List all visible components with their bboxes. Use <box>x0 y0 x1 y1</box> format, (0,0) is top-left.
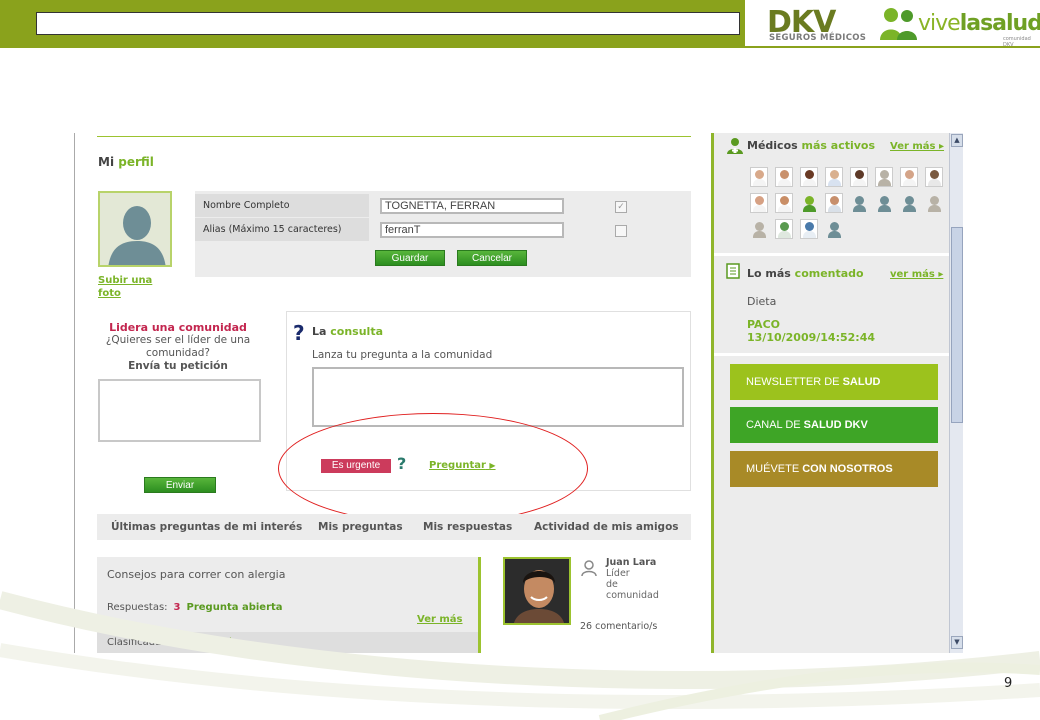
doctor-avatar[interactable] <box>825 193 843 213</box>
alias-label: Alias (Máximo 15 caracteres) <box>195 218 369 241</box>
alias-row: Alias (Máximo 15 caracteres) ferranT <box>195 218 691 243</box>
avatar[interactable] <box>98 191 172 267</box>
slide-title-box <box>36 12 740 35</box>
vivelasalud-logo: vivelasalud <box>918 11 1040 36</box>
send-button[interactable]: Enviar <box>144 477 216 493</box>
question-mark-icon: ? <box>293 321 305 345</box>
tab-my-answers[interactable]: Mis respuestas <box>423 521 512 533</box>
scroll-thumb[interactable] <box>951 227 963 423</box>
full-name-field[interactable]: TOGNETTA, FERRAN <box>380 198 564 214</box>
most-commented-more-link[interactable]: ver más ▸ <box>890 269 943 280</box>
header-divider <box>0 46 1040 48</box>
lead-community-promo: Lidera una comunidad ¿Quieres ser el líd… <box>97 321 259 373</box>
active-doctors-title: Médicos más activos <box>747 139 876 152</box>
lead-request: Envía tu petición <box>128 360 228 372</box>
slide: DKV SEGUROS MÉDICOS vivelasalud comunida… <box>0 0 1040 720</box>
most-commented-topic[interactable]: Dieta <box>747 295 776 308</box>
sidebar-separator <box>714 353 949 356</box>
alias-checkbox[interactable] <box>615 225 627 237</box>
upload-photo-link[interactable]: Subir una foto <box>98 274 168 300</box>
top-rule <box>97 136 691 137</box>
doctor-avatar[interactable] <box>800 193 818 213</box>
full-name-label: Nombre Completo <box>195 194 369 217</box>
doctor-avatar[interactable] <box>800 167 818 187</box>
full-name-row: Nombre Completo TOGNETTA, FERRAN ✓ <box>195 194 691 219</box>
doctor-icon <box>727 138 743 154</box>
doctor-avatar[interactable] <box>850 193 868 213</box>
people-logo-icon <box>880 8 917 40</box>
dkv-subtitle: SEGUROS MÉDICOS <box>769 33 867 43</box>
doctor-avatar[interactable] <box>875 193 893 213</box>
most-commented-title: Lo más comentado <box>747 267 864 280</box>
highlight-oval <box>278 413 588 524</box>
profile-title: Mi perfil <box>98 155 154 169</box>
brand-logos: DKV SEGUROS MÉDICOS vivelasalud comunida… <box>745 0 1040 48</box>
move-with-us-button[interactable]: MUÉVETE CON NOSOTROS <box>730 451 938 487</box>
doctor-avatar[interactable] <box>775 167 793 187</box>
sidebar-separator <box>714 253 949 256</box>
tab-my-questions[interactable]: Mis preguntas <box>318 521 403 533</box>
doctor-avatar[interactable] <box>800 219 818 239</box>
lead-question: ¿Quieres ser el líder de una comunidad? <box>105 334 251 359</box>
doctor-avatar[interactable] <box>900 193 918 213</box>
document-icon <box>726 263 740 279</box>
alias-field[interactable]: ferranT <box>380 222 564 238</box>
doctor-avatar[interactable] <box>825 167 843 187</box>
doctor-avatar[interactable] <box>825 219 843 239</box>
doctor-avatar[interactable] <box>750 167 768 187</box>
doctor-avatar[interactable] <box>775 219 793 239</box>
lead-request-textarea[interactable] <box>98 379 261 442</box>
doctor-avatar[interactable] <box>750 219 768 239</box>
decorative-swoosh <box>0 591 1040 720</box>
doctor-avatar[interactable] <box>900 167 918 187</box>
doctor-avatar[interactable] <box>925 167 943 187</box>
doctor-avatar[interactable] <box>850 167 868 187</box>
header-band <box>0 0 745 46</box>
profile-form: Nombre Completo TOGNETTA, FERRAN ✓ Alias… <box>195 191 691 277</box>
save-button[interactable]: Guardar <box>375 250 445 266</box>
tab-friends-activity[interactable]: Actividad de mis amigos <box>534 521 679 533</box>
lead-title: Lidera una comunidad <box>109 321 247 334</box>
most-commented-meta: PACO 13/10/2009/14:52:44 <box>747 318 875 344</box>
questions-tabs: Últimas preguntas de mi interés Mis preg… <box>97 514 691 540</box>
consulta-prompt: Lanza tu pregunta a la comunidad <box>312 349 493 361</box>
doctor-avatar[interactable] <box>750 193 768 213</box>
user-silhouette-icon <box>100 193 170 265</box>
newsletter-button[interactable]: NEWSLETTER DE SALUD <box>730 364 938 400</box>
tab-latest-questions[interactable]: Últimas preguntas de mi interés <box>111 521 302 533</box>
active-doctors-more-link[interactable]: Ver más ▸ <box>890 141 944 152</box>
page-number: 9 <box>1004 676 1013 691</box>
doctor-avatar[interactable] <box>925 193 943 213</box>
consulta-title: La consulta <box>312 325 384 338</box>
doctor-avatar[interactable] <box>775 193 793 213</box>
full-name-checkbox[interactable]: ✓ <box>615 201 627 213</box>
health-channel-button[interactable]: CANAL DE SALUD DKV <box>730 407 938 443</box>
doctor-avatar[interactable] <box>875 167 893 187</box>
scroll-up-icon[interactable]: ▲ <box>951 134 963 147</box>
comment-author: PACO <box>747 318 780 331</box>
cancel-button[interactable]: Cancelar <box>457 250 527 266</box>
comment-date: 13/10/2009/14:52:44 <box>747 331 876 344</box>
